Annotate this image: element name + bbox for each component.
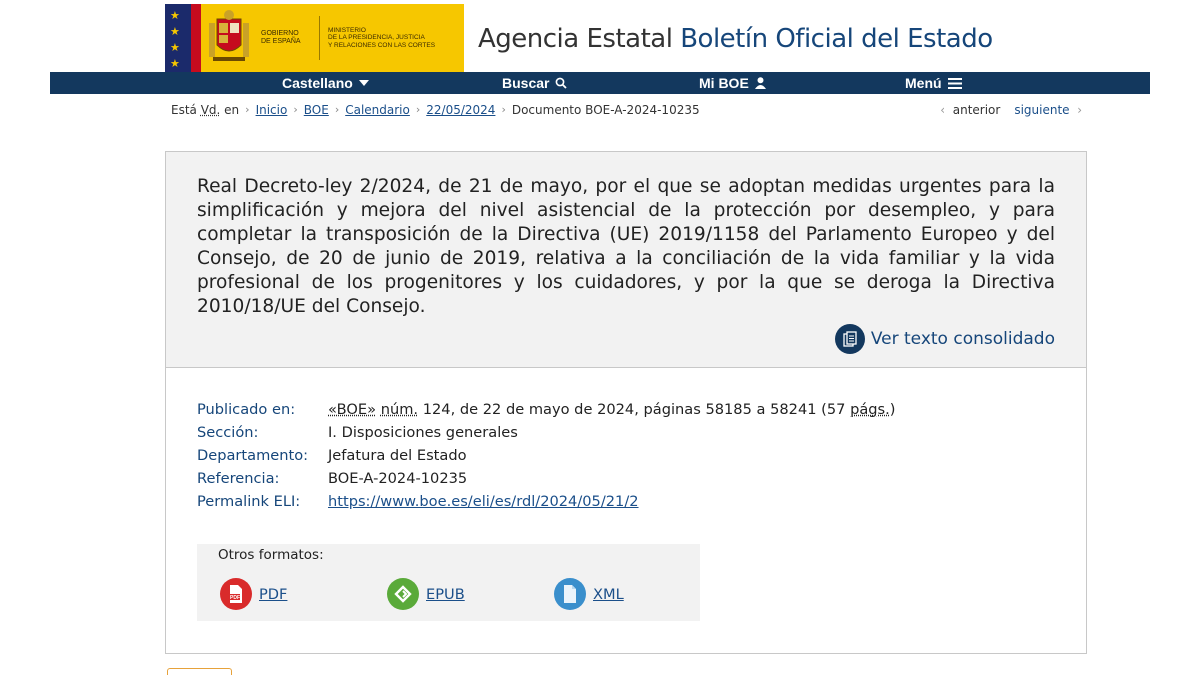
nav-my-boe-label: Mi BOE (699, 75, 749, 91)
breadcrumb-separator: › (245, 103, 249, 117)
breadcrumb-separator: › (416, 103, 420, 117)
consolidated-text-label: Ver texto consolidado (871, 329, 1055, 349)
breadcrumb-link-date[interactable]: 22/05/2024 (426, 103, 495, 117)
spain-flag-stripe (191, 4, 201, 72)
breadcrumb-current: Documento BOE-A-2024-10235 (512, 103, 700, 117)
next-link[interactable]: siguiente › (1014, 103, 1082, 117)
breadcrumb-separator: › (501, 103, 505, 117)
caret-down-icon (359, 80, 369, 86)
nav-language-label: Castellano (282, 75, 353, 91)
other-formats-box: Otros formatos: PDF PDF EPUB XML (197, 544, 700, 621)
nav-menu-button[interactable]: Menú (905, 75, 962, 91)
meta-row-eli: Permalink ELI: https://www.boe.es/eli/es… (197, 490, 895, 513)
meta-row-published: Publicado en: «BOE» núm. 124, de 22 de m… (197, 398, 895, 421)
meta-label: Publicado en: (197, 398, 328, 421)
document-metadata: Publicado en: «BOE» núm. 124, de 22 de m… (197, 398, 895, 513)
consolidated-doc-icon (835, 324, 865, 354)
government-logo[interactable]: ★ ★ ★ ★ Gobierno de España Ministerio de… (165, 4, 464, 72)
format-epub-link[interactable]: EPUB (426, 586, 465, 603)
breadcrumb: Está Vd. en › Inicio › BOE › Calendario … (171, 103, 700, 117)
format-pdf[interactable]: PDF PDF (220, 578, 287, 610)
site-title-prefix: Agencia Estatal (478, 24, 680, 54)
site-title-name: Boletín Oficial del Estado (680, 24, 992, 54)
eli-permalink[interactable]: https://www.boe.es/eli/es/rdl/2024/05/21… (328, 493, 639, 510)
breadcrumb-link-inicio[interactable]: Inicio (256, 103, 288, 117)
meta-label: Referencia: (197, 467, 328, 490)
breadcrumb-separator: › (335, 103, 339, 117)
xml-icon (554, 578, 586, 610)
nav-my-boe-button[interactable]: Mi BOE (699, 75, 766, 91)
search-icon (555, 77, 567, 89)
meta-label: Permalink ELI: (197, 490, 328, 513)
main-navbar: Castellano Buscar Mi BOE Menú (50, 72, 1150, 94)
document-panel: Real Decreto-ley 2/2024, de 21 de mayo, … (165, 151, 1087, 654)
logo-divider (319, 16, 320, 60)
format-xml-link[interactable]: XML (593, 586, 624, 603)
site-title[interactable]: Agencia Estatal Boletín Oficial del Esta… (478, 24, 993, 54)
ministry-label: Ministerio de la Presidencia, Justicia y… (328, 27, 458, 50)
breadcrumb-link-calendario[interactable]: Calendario (345, 103, 410, 117)
document-pager: ‹ anterior siguiente › (940, 103, 1082, 117)
document-header: Real Decreto-ley 2/2024, de 21 de mayo, … (166, 152, 1086, 368)
nav-menu-label: Menú (905, 75, 942, 91)
breadcrumb-separator: › (293, 103, 297, 117)
breadcrumb-link-boe[interactable]: BOE (304, 103, 329, 117)
meta-label: Departamento: (197, 444, 328, 467)
meta-row-reference: Referencia: BOE-A-2024-10235 (197, 467, 895, 490)
format-pdf-link[interactable]: PDF (259, 586, 287, 603)
format-epub[interactable]: EPUB (387, 578, 465, 610)
nav-search-label: Buscar (502, 75, 549, 91)
epub-icon (387, 578, 419, 610)
meta-row-section: Sección: I. Disposiciones generales (197, 421, 895, 444)
nav-language-button[interactable]: Castellano (282, 75, 369, 91)
coat-of-arms-icon (205, 9, 253, 67)
bottom-partial-tab (167, 668, 232, 675)
meta-label: Sección: (197, 421, 328, 444)
document-title: Real Decreto-ley 2/2024, de 21 de mayo, … (197, 175, 1055, 319)
meta-value-section: I. Disposiciones generales (328, 421, 518, 444)
breadcrumb-intro: Está Vd. en (171, 103, 239, 117)
meta-row-department: Departamento: Jefatura del Estado (197, 444, 895, 467)
nav-search-button[interactable]: Buscar (502, 75, 567, 91)
format-xml[interactable]: XML (554, 578, 624, 610)
government-label: Gobierno de España (261, 30, 313, 46)
meta-value-department: Jefatura del Estado (328, 444, 467, 467)
svg-text:PDF: PDF (230, 595, 240, 601)
other-formats-title: Otros formatos: (218, 547, 700, 563)
eu-flag-strip: ★ ★ ★ ★ (165, 4, 191, 72)
consolidated-text-link[interactable]: Ver texto consolidado (835, 324, 1055, 354)
chevron-left-icon: ‹ (940, 103, 945, 117)
pdf-icon: PDF (220, 578, 252, 610)
chevron-right-icon: › (1077, 103, 1082, 117)
hamburger-menu-icon (948, 78, 962, 89)
meta-value-published: «BOE» núm. 124, de 22 de mayo de 2024, p… (328, 398, 895, 421)
previous-link[interactable]: ‹ anterior (940, 103, 1000, 117)
user-icon (755, 77, 766, 89)
meta-value-reference: BOE-A-2024-10235 (328, 467, 467, 490)
